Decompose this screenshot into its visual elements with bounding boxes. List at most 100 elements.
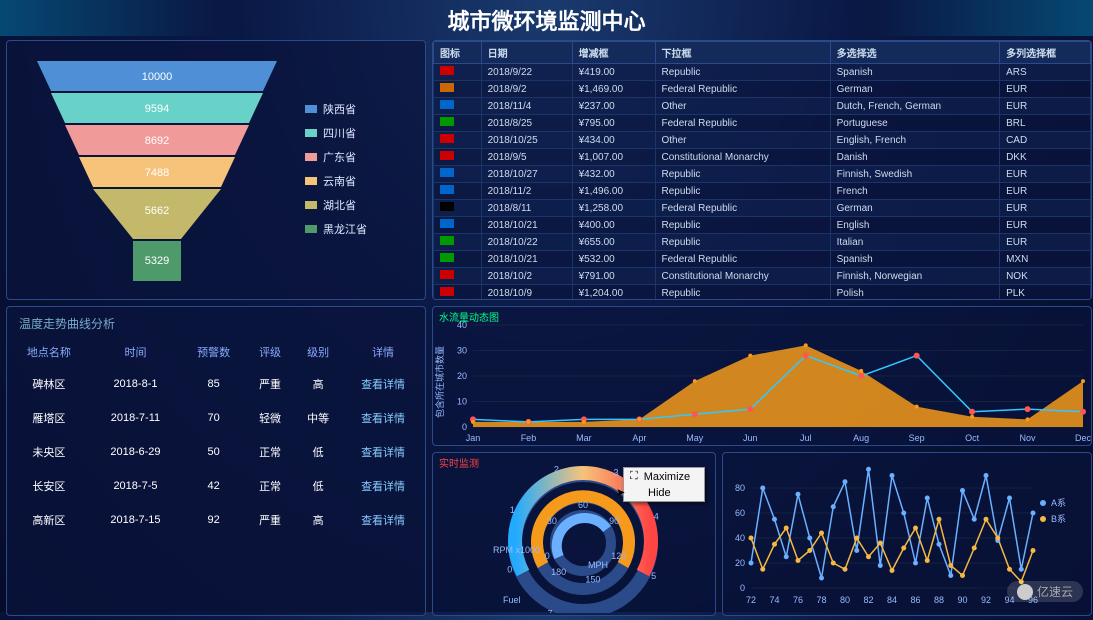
- svg-text:Oct: Oct: [965, 433, 980, 443]
- svg-text:1: 1: [510, 505, 515, 515]
- th-time: 时间: [91, 338, 180, 366]
- svg-text:86: 86: [911, 595, 921, 605]
- context-menu[interactable]: ⛶ Maximize ➤ Hide: [623, 467, 705, 502]
- svg-text:包含所在城市数量: 包含所在城市数量: [434, 346, 445, 418]
- flag-icon: [440, 66, 454, 75]
- svg-text:76: 76: [793, 595, 803, 605]
- table-row[interactable]: 2018/10/2¥791.00 Constitutional Monarchy…: [434, 268, 1091, 285]
- svg-text:Fuel: Fuel: [503, 595, 521, 605]
- table-row[interactable]: 2018/10/22¥655.00 RepublicItalianEUR: [434, 234, 1091, 251]
- svg-text:B系: B系: [1051, 514, 1066, 524]
- svg-text:0: 0: [545, 551, 550, 561]
- svg-text:Mar: Mar: [576, 433, 592, 443]
- funnel-segments: 10000 9594 8692 7488 5662 5329: [37, 61, 277, 281]
- watermark: 亿速云: [1007, 581, 1083, 602]
- legend-item[interactable]: 陕西省: [305, 101, 415, 117]
- flow-chart: 包含所在城市数量 010203040 JanFebMarAprMayJunJul…: [433, 307, 1092, 446]
- flow-chart-panel: 水流量动态图 包含所在城市数量 010203040 JanFebMarAprMa…: [432, 306, 1092, 446]
- flag-icon: [440, 287, 454, 296]
- flag-icon: [440, 185, 454, 194]
- th-date[interactable]: 日期: [481, 42, 572, 64]
- menu-maximize[interactable]: ⛶ Maximize: [624, 468, 704, 485]
- legend-item[interactable]: 广东省: [305, 149, 415, 165]
- table-row[interactable]: 2018/11/4¥237.00 OtherDutch, French, Ger…: [434, 98, 1091, 115]
- svg-text:10000: 10000: [142, 71, 173, 83]
- data-table-panel: 图标 日期 增减框 下拉框 多选择选 多列选择框 2018/9/22¥419.0…: [432, 40, 1092, 300]
- flow-chart-title: 水流量动态图: [439, 309, 499, 324]
- svg-text:Jul: Jul: [800, 433, 812, 443]
- trend-title: 温度走势曲线分析: [7, 307, 425, 336]
- gauge-panel: 实时监测 ⛶ Maximize ➤ Hide: [432, 452, 716, 616]
- svg-text:MPH: MPH: [588, 560, 608, 570]
- detail-link[interactable]: 查看详情: [361, 413, 405, 425]
- svg-text:Dec: Dec: [1075, 433, 1092, 443]
- svg-text:80: 80: [735, 483, 745, 493]
- th-multicol[interactable]: 多列选择框: [1000, 42, 1091, 64]
- svg-text:60: 60: [735, 508, 745, 518]
- svg-text:Nov: Nov: [1020, 433, 1037, 443]
- svg-text:May: May: [686, 433, 704, 443]
- th-warn: 预警数: [182, 338, 245, 366]
- detail-link[interactable]: 查看详情: [361, 379, 405, 391]
- svg-text:180: 180: [551, 567, 566, 577]
- legend-item[interactable]: 四川省: [305, 125, 415, 141]
- detail-link[interactable]: 查看详情: [361, 515, 405, 527]
- flag-icon: [440, 117, 454, 126]
- svg-text:0: 0: [507, 565, 512, 575]
- detail-link[interactable]: 查看详情: [361, 481, 405, 493]
- menu-hide[interactable]: ➤ Hide: [624, 485, 704, 501]
- th-multi[interactable]: 多选择选: [830, 42, 999, 64]
- svg-text:A系: A系: [1051, 498, 1066, 508]
- table-row[interactable]: 2018/8/11¥1,258.00 Federal RepublicGerma…: [434, 200, 1091, 217]
- svg-text:5662: 5662: [145, 205, 169, 217]
- legend-swatch: [305, 177, 317, 185]
- table-row[interactable]: 2018/8/25¥795.00 Federal RepublicPortugu…: [434, 115, 1091, 132]
- legend-item[interactable]: 黑龙江省: [305, 221, 415, 237]
- svg-text:30: 30: [547, 516, 557, 526]
- table-row[interactable]: 2018/10/21¥400.00 RepublicEnglishEUR: [434, 217, 1091, 234]
- table-row[interactable]: 2018/10/27¥432.00 RepublicFinnish, Swedi…: [434, 166, 1091, 183]
- th-icon[interactable]: 图标: [434, 42, 482, 64]
- cloud-icon: [1017, 584, 1033, 600]
- flag-icon: [440, 134, 454, 143]
- table-row[interactable]: 2018/11/2¥1,496.00 RepublicFrenchEUR: [434, 183, 1091, 200]
- svg-text:Apr: Apr: [632, 433, 646, 443]
- table-row[interactable]: 2018/10/21¥532.00 Federal RepublicSpanis…: [434, 251, 1091, 268]
- th-amount[interactable]: 增减框: [572, 42, 655, 64]
- detail-link[interactable]: 查看详情: [361, 447, 405, 459]
- table-row[interactable]: 2018/9/2¥1,469.00 Federal RepublicGerman…: [434, 81, 1091, 98]
- svg-text:82: 82: [864, 595, 874, 605]
- svg-text:Jun: Jun: [743, 433, 758, 443]
- svg-text:9594: 9594: [145, 103, 169, 115]
- legend-item[interactable]: 云南省: [305, 173, 415, 189]
- table-row[interactable]: 2018/9/5¥1,007.00 Constitutional Monarch…: [434, 149, 1091, 166]
- legend-swatch: [305, 105, 317, 113]
- svg-text:88: 88: [934, 595, 944, 605]
- legend-item[interactable]: 湖北省: [305, 197, 415, 213]
- svg-text:20: 20: [735, 558, 745, 568]
- svg-text:7488: 7488: [145, 167, 169, 179]
- svg-text:Jan: Jan: [466, 433, 481, 443]
- table-row[interactable]: 2018/10/9¥1,204.00 RepublicPolishPLK: [434, 285, 1091, 301]
- th-dropdown[interactable]: 下拉框: [655, 42, 830, 64]
- svg-text:RPM x1000: RPM x1000: [493, 545, 540, 555]
- table-row[interactable]: 2018/10/25¥434.00 OtherEnglish, FrenchCA…: [434, 132, 1091, 149]
- svg-text:0: 0: [740, 583, 745, 593]
- svg-text:90: 90: [958, 595, 968, 605]
- svg-text:Aug: Aug: [853, 433, 869, 443]
- flag-icon: [440, 83, 454, 92]
- table-row[interactable]: 2018/9/22¥419.00 RepublicSpanishARS: [434, 64, 1091, 81]
- svg-text:20: 20: [457, 371, 467, 381]
- svg-text:8692: 8692: [145, 135, 169, 147]
- svg-text:74: 74: [770, 595, 780, 605]
- maximize-icon: ⛶: [630, 470, 638, 483]
- flag-icon: [440, 202, 454, 211]
- svg-text:0: 0: [462, 422, 467, 432]
- right-bottom: 水流量动态图 包含所在城市数量 010203040 JanFebMarAprMa…: [432, 306, 1092, 616]
- svg-text:4: 4: [654, 511, 659, 521]
- funnel-legend: 陕西省四川省广东省云南省湖北省黑龙江省: [305, 51, 415, 289]
- page-title: 城市微环境监测中心: [0, 0, 1093, 36]
- svg-text:78: 78: [817, 595, 827, 605]
- data-table[interactable]: 图标 日期 增减框 下拉框 多选择选 多列选择框 2018/9/22¥419.0…: [433, 41, 1091, 300]
- svg-text:10: 10: [457, 397, 467, 407]
